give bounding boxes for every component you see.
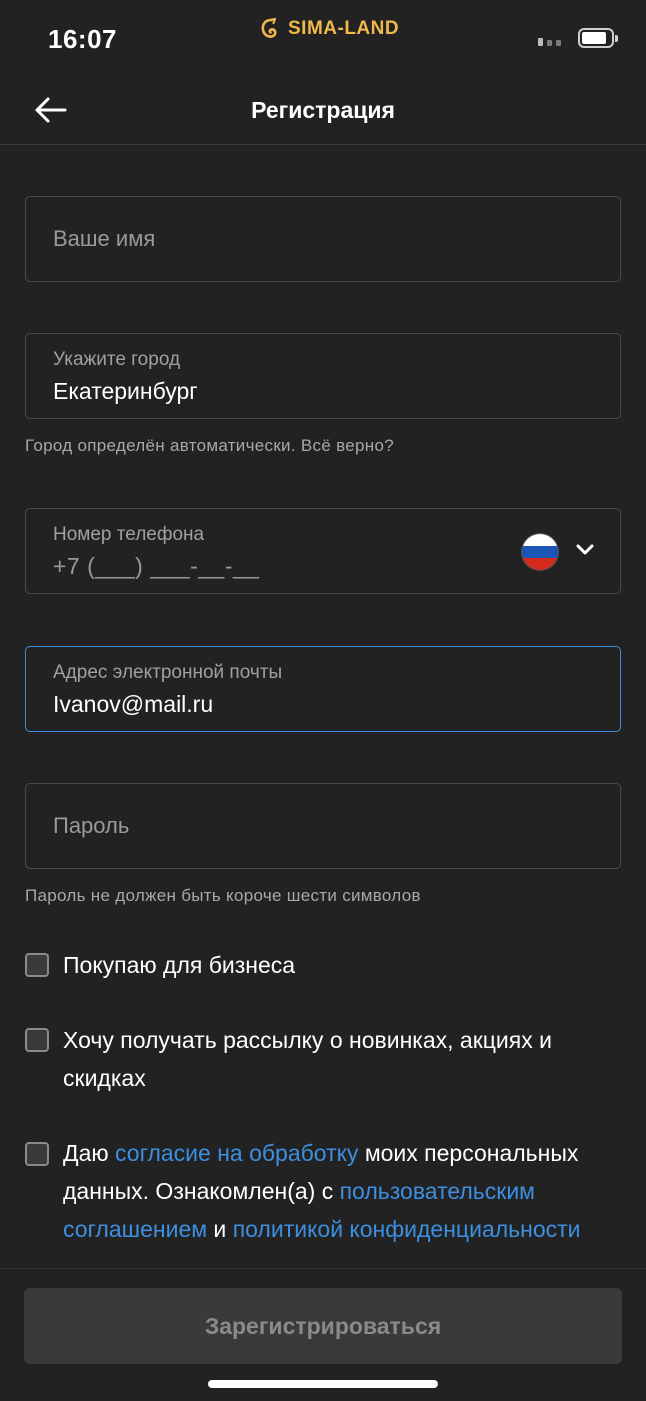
page-title: Регистрация	[251, 97, 395, 123]
bottom-bar: Зарегистрироваться	[0, 1268, 646, 1401]
consent-processing-link[interactable]: согласие на обработку	[115, 1140, 358, 1166]
email-value: Ivanov@mail.ru	[53, 691, 214, 717]
brand-name: SIMA-LAND	[288, 18, 400, 39]
consent-checkbox[interactable]	[25, 1142, 49, 1166]
consent-text-3: и	[207, 1216, 233, 1242]
battery-icon	[578, 28, 618, 48]
name-input[interactable]: Ваше имя	[25, 196, 621, 282]
email-input[interactable]: Адрес электронной почты Ivanov@mail.ru	[25, 646, 621, 732]
home-indicator	[208, 1380, 438, 1388]
status-time: 16:07	[48, 24, 117, 54]
phone-input[interactable]: Номер телефона +7 (___) ___-__-__	[25, 508, 621, 594]
city-input[interactable]: Укажите город Екатеринбург	[25, 333, 621, 419]
chevron-down-icon[interactable]	[574, 542, 596, 558]
business-checkbox-row[interactable]: Покупаю для бизнеса	[25, 946, 621, 986]
password-hint: Пароль не должен быть короче шести симво…	[25, 886, 421, 905]
russia-flag-icon[interactable]	[522, 534, 558, 570]
cellular-signal-icon	[538, 38, 561, 46]
brand-logo: SIMA-LAND	[260, 16, 399, 42]
register-button[interactable]: Зарегистрироваться	[24, 1288, 622, 1364]
consent-clip-area: Даю согласие на обработку моих персональ…	[0, 1120, 646, 1268]
phone-label: Номер телефона	[53, 524, 205, 545]
city-value: Екатеринбург	[53, 378, 198, 404]
consent-checkbox-row[interactable]: Даю согласие на обработку моих персональ…	[25, 1134, 621, 1268]
nav-bar: Регистрация	[0, 78, 646, 145]
city-label: Укажите город	[53, 349, 181, 370]
privacy-policy-link[interactable]: политикой конфиденциальности	[233, 1216, 581, 1242]
password-placeholder: Пароль	[53, 813, 130, 838]
city-hint: Город определён автоматически. Всё верно…	[25, 436, 394, 455]
email-label: Адрес электронной почты	[53, 662, 283, 683]
name-placeholder: Ваше имя	[53, 226, 156, 251]
newsletter-checkbox-row[interactable]: Хочу получать рассылку о новинках, акция…	[25, 1021, 621, 1101]
sima-land-logo-icon	[261, 18, 277, 38]
consent-text-1: Даю	[63, 1140, 116, 1166]
newsletter-checkbox[interactable]	[25, 1028, 49, 1052]
consent-checkbox-label: Даю согласие на обработку моих персональ…	[63, 1134, 621, 1248]
newsletter-checkbox-label: Хочу получать рассылку о новинках, акция…	[63, 1027, 552, 1091]
phone-value: +7 (___) ___-__-__	[53, 553, 260, 579]
password-input[interactable]: Пароль	[25, 783, 621, 869]
status-bar: 16:07 SIMA-LAND	[0, 0, 646, 78]
business-checkbox-label: Покупаю для бизнеса	[63, 952, 296, 978]
business-checkbox[interactable]	[25, 953, 49, 977]
